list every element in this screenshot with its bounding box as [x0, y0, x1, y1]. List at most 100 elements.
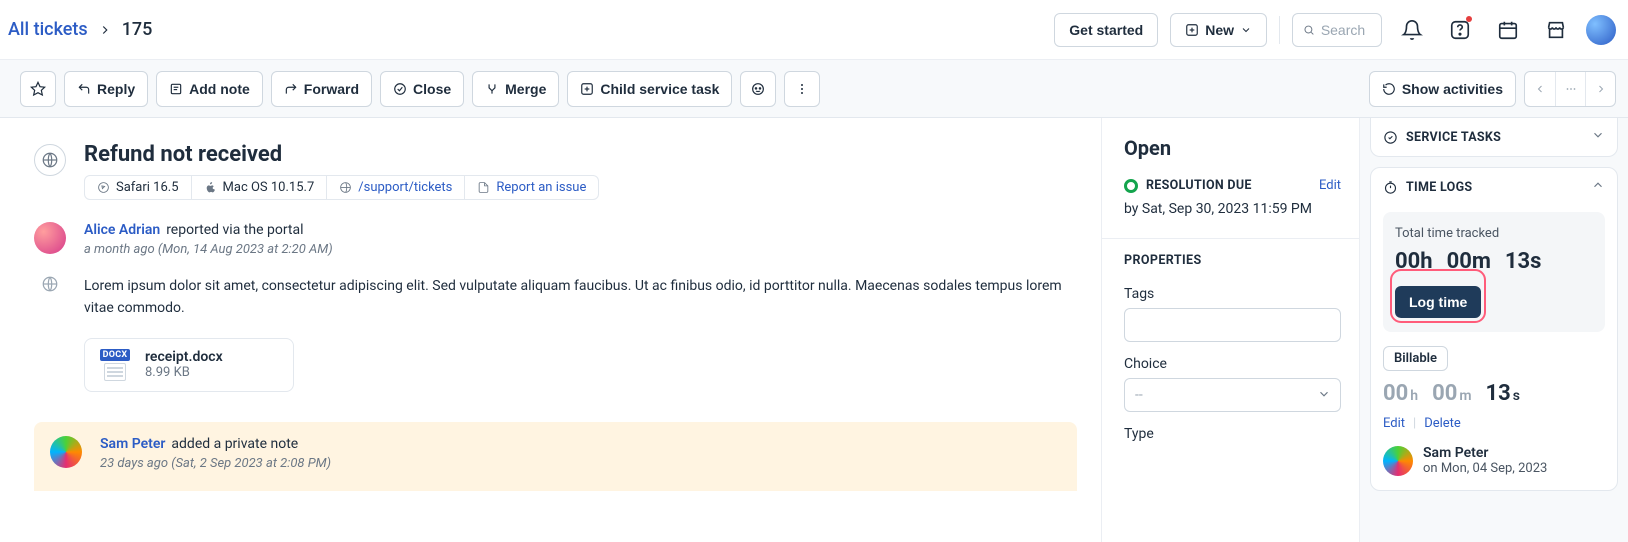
- divider: [1279, 16, 1280, 44]
- meta-browser: Safari 16.5: [84, 175, 192, 200]
- billable-chip: Billable: [1383, 346, 1448, 371]
- status-label: Open: [1124, 136, 1341, 160]
- calendar-icon[interactable]: [1490, 12, 1526, 48]
- chevron-down-icon: [1240, 24, 1252, 36]
- docx-badge: DOCX: [100, 349, 131, 361]
- timelog-delete[interactable]: Delete: [1424, 416, 1461, 431]
- chevron-up-icon: [1591, 178, 1605, 196]
- time-logs-header[interactable]: TIME LOGS: [1371, 168, 1617, 206]
- prev-ticket-button[interactable]: [1525, 72, 1555, 106]
- plus-box-icon: [1185, 23, 1199, 37]
- history-icon: [1382, 82, 1396, 96]
- notifications-icon[interactable]: [1394, 12, 1430, 48]
- next-ticket-button[interactable]: [1585, 72, 1615, 106]
- tags-input[interactable]: [1124, 308, 1341, 342]
- ticket-nav-more[interactable]: [1555, 72, 1585, 106]
- add-note-label: Add note: [189, 81, 250, 97]
- choice-select[interactable]: --: [1124, 378, 1341, 412]
- tt-hours: 00h: [1395, 249, 1433, 274]
- private-note-card: Sam Peter added a private note 23 days a…: [34, 422, 1077, 491]
- ticket-main: Refund not received Safari 16.5 Mac OS 1…: [0, 118, 1102, 542]
- message-header: Alice Adrian reported via the portal a m…: [34, 222, 1077, 257]
- pipe-separator: |: [1413, 416, 1416, 431]
- meta-report[interactable]: Report an issue: [465, 175, 599, 200]
- star-button[interactable]: [20, 71, 56, 107]
- plus-box-icon: [580, 82, 594, 96]
- show-activities-button[interactable]: Show activities: [1369, 71, 1516, 107]
- meta-path[interactable]: /support/tickets: [327, 175, 465, 200]
- more-actions-button[interactable]: [784, 71, 820, 107]
- forward-icon: [284, 82, 298, 96]
- meta-browser-text: Safari 16.5: [116, 180, 179, 195]
- search-box[interactable]: [1292, 13, 1382, 47]
- forward-label: Forward: [304, 81, 359, 97]
- apple-icon: [204, 181, 217, 194]
- get-started-button[interactable]: Get started: [1054, 13, 1158, 47]
- attachment-name: receipt.docx: [145, 349, 223, 365]
- notification-dot-icon: [1466, 16, 1472, 22]
- merge-icon: [485, 82, 499, 96]
- close-button[interactable]: Close: [380, 71, 464, 107]
- help-icon[interactable]: [1442, 12, 1478, 48]
- new-button-label: New: [1205, 22, 1234, 38]
- timelog-edit[interactable]: Edit: [1383, 416, 1405, 431]
- message-body-row: Lorem ipsum dolor sit amet, consectetur …: [34, 275, 1077, 392]
- service-tasks-panel[interactable]: SERVICE TASKS: [1370, 118, 1618, 157]
- billable-seconds: 13s: [1486, 381, 1520, 406]
- new-button[interactable]: New: [1170, 13, 1267, 47]
- search-input[interactable]: [1321, 22, 1371, 38]
- header-right: Get started New: [1054, 12, 1616, 48]
- add-note-button[interactable]: Add note: [156, 71, 263, 107]
- timelog-actions: Edit | Delete: [1383, 416, 1605, 431]
- breadcrumb-root[interactable]: All tickets: [8, 19, 88, 40]
- note-author-avatar: [50, 436, 82, 468]
- billable-minutes: 00m: [1432, 381, 1471, 406]
- ticket-nav: [1524, 71, 1616, 107]
- time-logs-title: TIME LOGS: [1406, 180, 1472, 195]
- marketplace-icon[interactable]: [1538, 12, 1574, 48]
- tt-seconds: 13s: [1505, 249, 1542, 274]
- globe-icon: [339, 181, 352, 194]
- freddy-button[interactable]: [740, 71, 776, 107]
- forward-button[interactable]: Forward: [271, 71, 372, 107]
- breadcrumb-current: 175: [122, 19, 153, 40]
- check-circle-icon: [393, 82, 407, 96]
- logger-avatar: [1383, 446, 1413, 476]
- logger-name: Sam Peter: [1423, 445, 1547, 461]
- reply-button[interactable]: Reply: [64, 71, 148, 107]
- attachment-card[interactable]: DOCX receipt.docx 8.99 KB: [84, 338, 294, 392]
- source-globe-icon: [34, 144, 66, 176]
- close-label: Close: [413, 81, 451, 97]
- note-icon: [169, 82, 183, 96]
- author-name[interactable]: Alice Adrian: [84, 222, 160, 238]
- resolution-due-value: by Sat, Sep 30, 2023 11:59 PM: [1124, 199, 1341, 220]
- note-author-name[interactable]: Sam Peter: [100, 436, 165, 452]
- file-icon: [477, 181, 490, 194]
- child-task-label: Child service task: [600, 81, 719, 97]
- total-time-value: 00h 00m 13s: [1395, 249, 1593, 274]
- log-time-button[interactable]: Log time: [1395, 286, 1481, 318]
- page-header: All tickets 175 Get started New: [0, 0, 1628, 60]
- chevron-down-icon: [1591, 128, 1605, 146]
- child-service-task-button[interactable]: Child service task: [567, 71, 732, 107]
- wrench-icon: [1383, 130, 1398, 145]
- meta-os-text: Mac OS 10.15.7: [223, 180, 315, 195]
- logger-date: on Mon, 04 Sep, 2023: [1423, 461, 1547, 476]
- properties-header: PROPERTIES: [1124, 253, 1341, 268]
- compass-icon: [97, 181, 110, 194]
- bot-icon: [750, 81, 766, 97]
- author-avatar: [34, 222, 66, 254]
- docx-icon: DOCX: [97, 349, 133, 381]
- meta-os: Mac OS 10.15.7: [192, 175, 328, 200]
- ticket-title: Refund not received: [84, 142, 599, 167]
- resolution-due-edit[interactable]: Edit: [1319, 178, 1341, 193]
- time-logs-panel: TIME LOGS Total time tracked 00h 00m 13s…: [1370, 167, 1618, 491]
- merge-button[interactable]: Merge: [472, 71, 559, 107]
- message-timestamp: a month ago (Mon, 14 Aug 2023 at 2:20 AM…: [84, 242, 1077, 257]
- right-rail: SERVICE TASKS TIME LOGS Total time track…: [1360, 118, 1628, 542]
- resolution-due-label: RESOLUTION DUE: [1146, 178, 1252, 193]
- user-avatar[interactable]: [1586, 15, 1616, 45]
- stopwatch-icon: [1383, 180, 1398, 195]
- resolution-due-row: RESOLUTION DUE Edit: [1124, 178, 1341, 193]
- channel-globe-icon: [34, 275, 66, 392]
